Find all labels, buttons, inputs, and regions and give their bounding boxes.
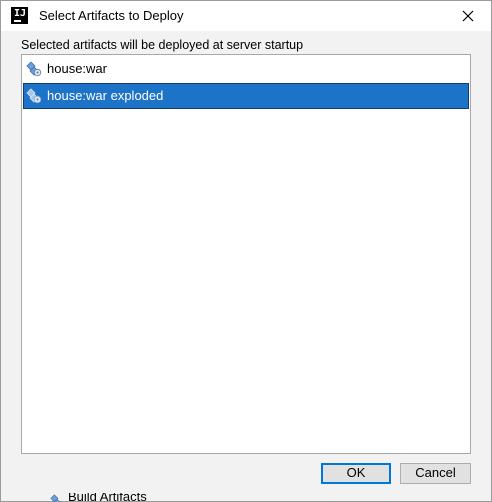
close-icon	[462, 10, 474, 22]
artifact-icon	[26, 61, 42, 77]
app-icon-glyph: IJ	[14, 8, 27, 19]
artifact-list[interactable]: house:war house:war exploded	[21, 54, 471, 454]
cancel-button[interactable]: Cancel	[400, 463, 471, 484]
intellij-idea-icon: IJ	[11, 7, 28, 24]
select-artifacts-dialog: IJ Select Artifacts to Deploy Selected a…	[0, 0, 492, 502]
artifact-label: house:war exploded	[47, 88, 164, 103]
artifact-item-house-war[interactable]: house:war	[23, 56, 469, 82]
artifact-item-house-war-exploded[interactable]: house:war exploded	[23, 83, 469, 109]
artifact-icon	[26, 88, 42, 104]
window-title: Select Artifacts to Deploy	[39, 8, 184, 23]
background-build-artifacts-item: Build Artifacts	[46, 493, 246, 502]
dialog-caption: Selected artifacts will be deployed at s…	[21, 38, 304, 52]
close-button[interactable]	[445, 1, 491, 31]
artifact-icon	[50, 494, 61, 502]
background-label: Build Artifacts	[68, 493, 147, 502]
title-bar: IJ Select Artifacts to Deploy	[1, 1, 491, 31]
ok-button[interactable]: OK	[321, 463, 391, 484]
artifact-label: house:war	[47, 61, 107, 76]
